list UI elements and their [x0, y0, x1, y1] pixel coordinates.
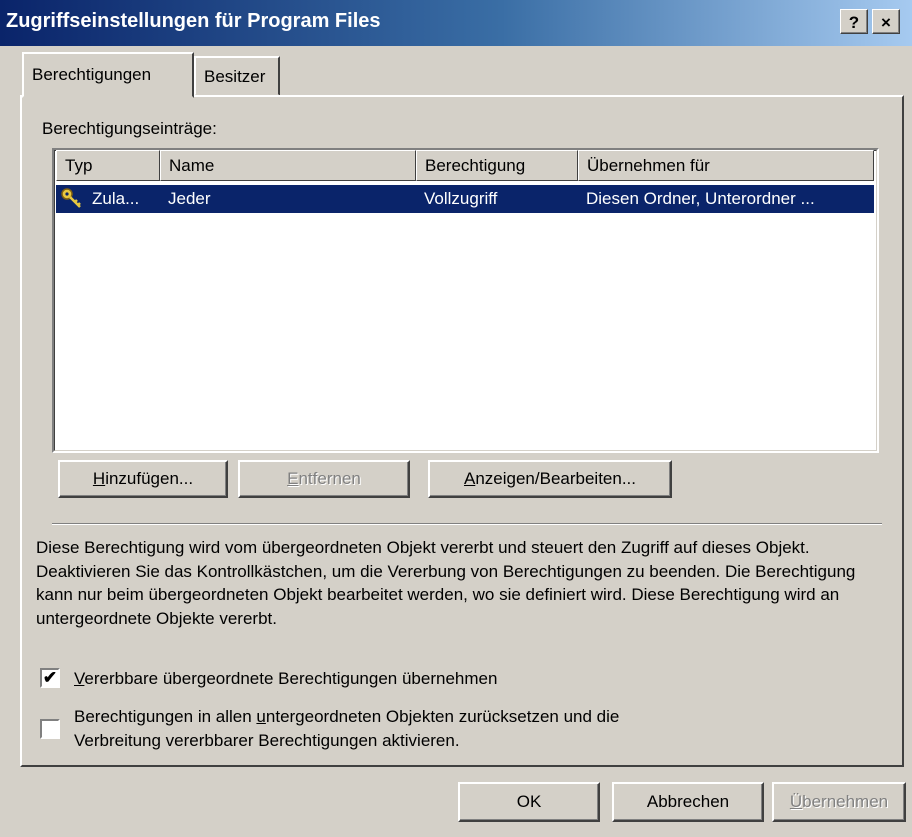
key-icon: [60, 187, 84, 216]
tab-panel: Berechtigungseinträge: Typ Name Berechti…: [20, 95, 904, 767]
remove-button-label: ntfernen: [298, 469, 361, 488]
column-header-typ[interactable]: Typ: [56, 150, 160, 181]
apply-mnemonic: Ü: [789, 792, 803, 811]
tab-besitzer[interactable]: Besitzer: [194, 56, 280, 96]
inherit-checkbox[interactable]: ✔: [40, 668, 60, 688]
remove-button-mnemonic: E: [287, 469, 299, 488]
apply-button[interactable]: Übernehmen: [772, 782, 906, 822]
view-edit-button-label: nzeigen/Bearbeiten...: [475, 469, 636, 488]
reset-children-checkbox[interactable]: [40, 719, 60, 739]
column-header-uebernehmen-fuer[interactable]: Übernehmen für: [578, 150, 874, 181]
apply-label-rest: bernehmen: [802, 792, 889, 811]
reset-mnemonic: u: [256, 707, 266, 726]
separator: [52, 523, 882, 525]
inherit-mnemonic: V: [74, 669, 85, 688]
ok-button[interactable]: OK: [458, 782, 600, 822]
cell-name: Jeder: [168, 189, 211, 208]
tab-berechtigungen[interactable]: Berechtigungen: [22, 52, 194, 98]
inherit-label-rest: ererbbare übergeordnete Berechtigungen ü…: [84, 669, 498, 688]
view-edit-button-mnemonic: A: [463, 469, 476, 488]
column-header-berechtigung[interactable]: Berechtigung: [416, 150, 578, 181]
cell-uebernehmen-fuer: Diesen Ordner, Unterordner ...: [586, 189, 815, 208]
help-button[interactable]: ?: [840, 9, 868, 34]
add-button-mnemonic: H: [92, 469, 106, 488]
cancel-button[interactable]: Abbrechen: [612, 782, 764, 822]
reset-children-label-line1[interactable]: Berechtigungen in allen untergeordneten …: [74, 705, 619, 728]
table-row[interactable]: Zula... Jeder Vollzugriff Diesen Ordner,…: [56, 185, 874, 213]
title-bar: Zugriffseinstellungen für Program Files …: [0, 0, 912, 46]
cell-typ: Zula...: [92, 189, 140, 208]
inherit-checkbox-label[interactable]: Vererbbare übergeordnete Berechtigungen …: [74, 667, 497, 690]
close-button[interactable]: ×: [872, 9, 900, 34]
reset-children-label-line2[interactable]: Verbreitung vererbbarer Berechtigungen a…: [74, 729, 460, 752]
inheritance-description: Diese Berechtigung wird vom übergeordnet…: [36, 538, 856, 628]
cell-berechtigung: Vollzugriff: [424, 189, 498, 208]
add-button[interactable]: Hinzufügen...: [58, 460, 228, 498]
window-title: Zugriffseinstellungen für Program Files: [6, 10, 381, 32]
view-edit-button[interactable]: Anzeigen/Bearbeiten...: [428, 460, 672, 498]
permission-entries-label: Berechtigungseinträge:: [42, 119, 217, 138]
remove-button[interactable]: Entfernen: [238, 460, 410, 498]
permission-list[interactable]: Typ Name Berechtigung Übernehmen für Zul…: [52, 148, 879, 453]
column-header-name[interactable]: Name: [160, 150, 416, 181]
add-button-label: inzufügen...: [105, 469, 194, 488]
